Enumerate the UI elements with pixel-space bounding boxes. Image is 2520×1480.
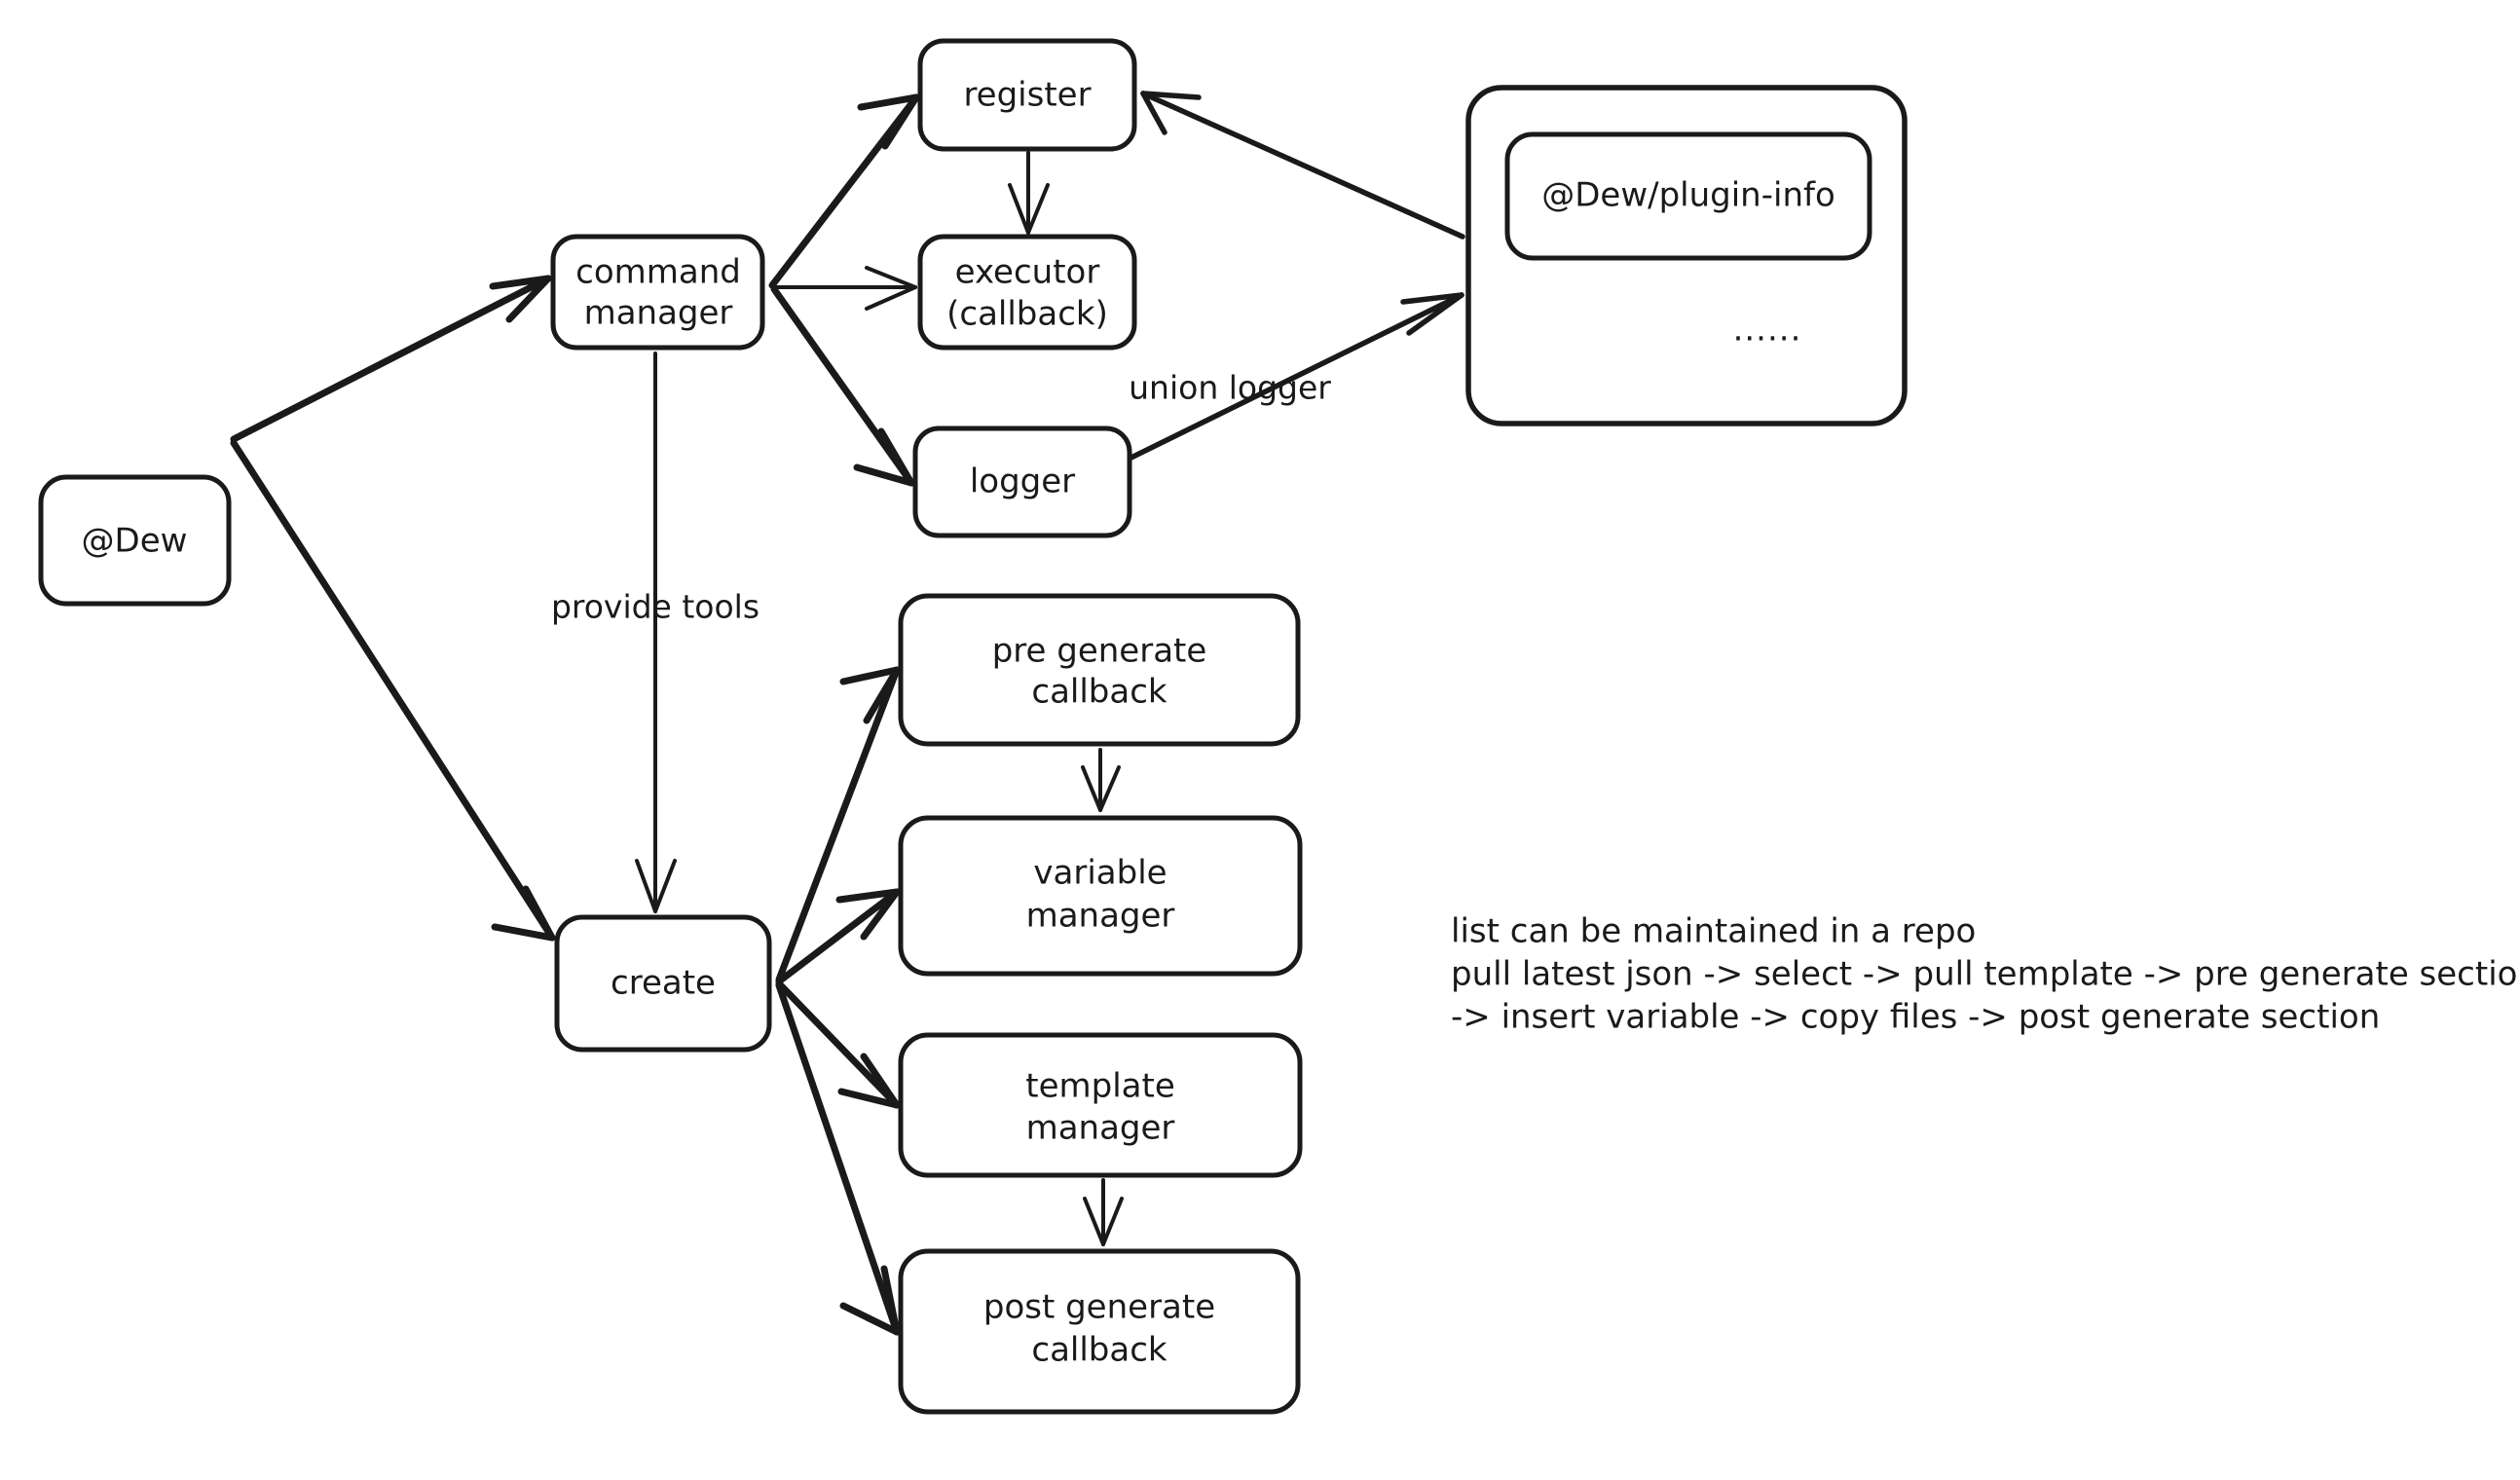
node-variable-manager-label-line2: manager bbox=[1026, 897, 1175, 936]
node-template-manager-label-line1: template bbox=[1025, 1067, 1174, 1106]
edge-pre-generate-to-variable-manager bbox=[1081, 748, 1121, 812]
node-pre-generate-callback-label-line2: callback bbox=[1031, 673, 1167, 712]
node-register-label: register bbox=[963, 76, 1091, 115]
node-plugin-info-label: @Dew/plugin-info bbox=[1541, 176, 1835, 215]
edge-plugin-info-to-register bbox=[1140, 91, 1465, 240]
architecture-flowchart: provide tools union logger @Dew command … bbox=[38, 38, 2520, 1415]
edge-command-manager-to-register bbox=[768, 93, 920, 289]
node-plugin-info-container[interactable]: @Dew/plugin-info ...... bbox=[1465, 85, 1908, 426]
node-create[interactable]: create bbox=[554, 914, 772, 1053]
note-line-2: pull latest json -> select -> pull templ… bbox=[1451, 955, 2520, 994]
node-create-label: create bbox=[611, 964, 716, 1003]
diagram-canvas: provide tools union logger @Dew command … bbox=[0, 0, 2520, 1480]
edge-dew-to-create bbox=[230, 439, 556, 942]
node-register[interactable]: register bbox=[917, 38, 1137, 152]
node-command-manager-label-line2: manager bbox=[584, 294, 733, 333]
node-executor[interactable]: executor (callback) bbox=[917, 234, 1137, 351]
node-command-manager[interactable]: command manager bbox=[550, 234, 765, 351]
node-post-generate-callback-label-line1: post generate bbox=[983, 1288, 1215, 1327]
node-plugin-info-ellipsis: ...... bbox=[1733, 311, 1802, 350]
note-line-1: list can be maintained in a repo bbox=[1451, 912, 1976, 951]
edge-command-manager-to-logger bbox=[770, 285, 915, 487]
node-template-manager-label-line2: manager bbox=[1026, 1109, 1175, 1148]
node-dew-label: @Dew bbox=[82, 522, 188, 561]
edge-label-union-logger: union logger bbox=[1129, 369, 1331, 407]
note-line-3: -> insert variable -> copy files -> post… bbox=[1451, 998, 2380, 1037]
node-variable-manager-label-line1: variable bbox=[1033, 854, 1167, 893]
node-logger-label: logger bbox=[970, 462, 1075, 501]
node-post-generate-callback[interactable]: post generate callback bbox=[898, 1248, 1301, 1415]
node-executor-label-line1: executor bbox=[955, 253, 1100, 292]
edge-create-to-post-generate-callback bbox=[775, 981, 901, 1336]
note-annotation: list can be maintained in a repo pull la… bbox=[1451, 912, 2520, 1037]
node-pre-generate-callback-label-line1: pre generate bbox=[992, 632, 1207, 671]
node-template-manager[interactable]: template manager bbox=[898, 1032, 1303, 1178]
edge-logger-to-plugin-info: union logger bbox=[1085, 292, 1464, 482]
node-command-manager-label-line1: command bbox=[575, 253, 741, 292]
node-logger[interactable]: logger bbox=[912, 426, 1132, 538]
node-post-generate-callback-label-line2: callback bbox=[1031, 1331, 1167, 1370]
node-pre-generate-callback[interactable]: pre generate callback bbox=[898, 593, 1301, 747]
nodes-layer: @Dew command manager register executor (… bbox=[38, 38, 1908, 1415]
edge-command-manager-to-executor bbox=[772, 266, 917, 311]
node-executor-label-line2: (callback) bbox=[946, 295, 1108, 334]
edge-template-manager-to-post-generate bbox=[1083, 1178, 1124, 1246]
edge-command-manager-to-create: provide tools bbox=[551, 352, 760, 913]
edge-label-provide-tools: provide tools bbox=[551, 588, 760, 626]
edge-register-to-executor bbox=[1008, 151, 1050, 235]
node-dew[interactable]: @Dew bbox=[38, 474, 232, 607]
edge-dew-to-command-manager bbox=[230, 275, 552, 443]
node-variable-manager[interactable]: variable manager bbox=[898, 815, 1303, 977]
